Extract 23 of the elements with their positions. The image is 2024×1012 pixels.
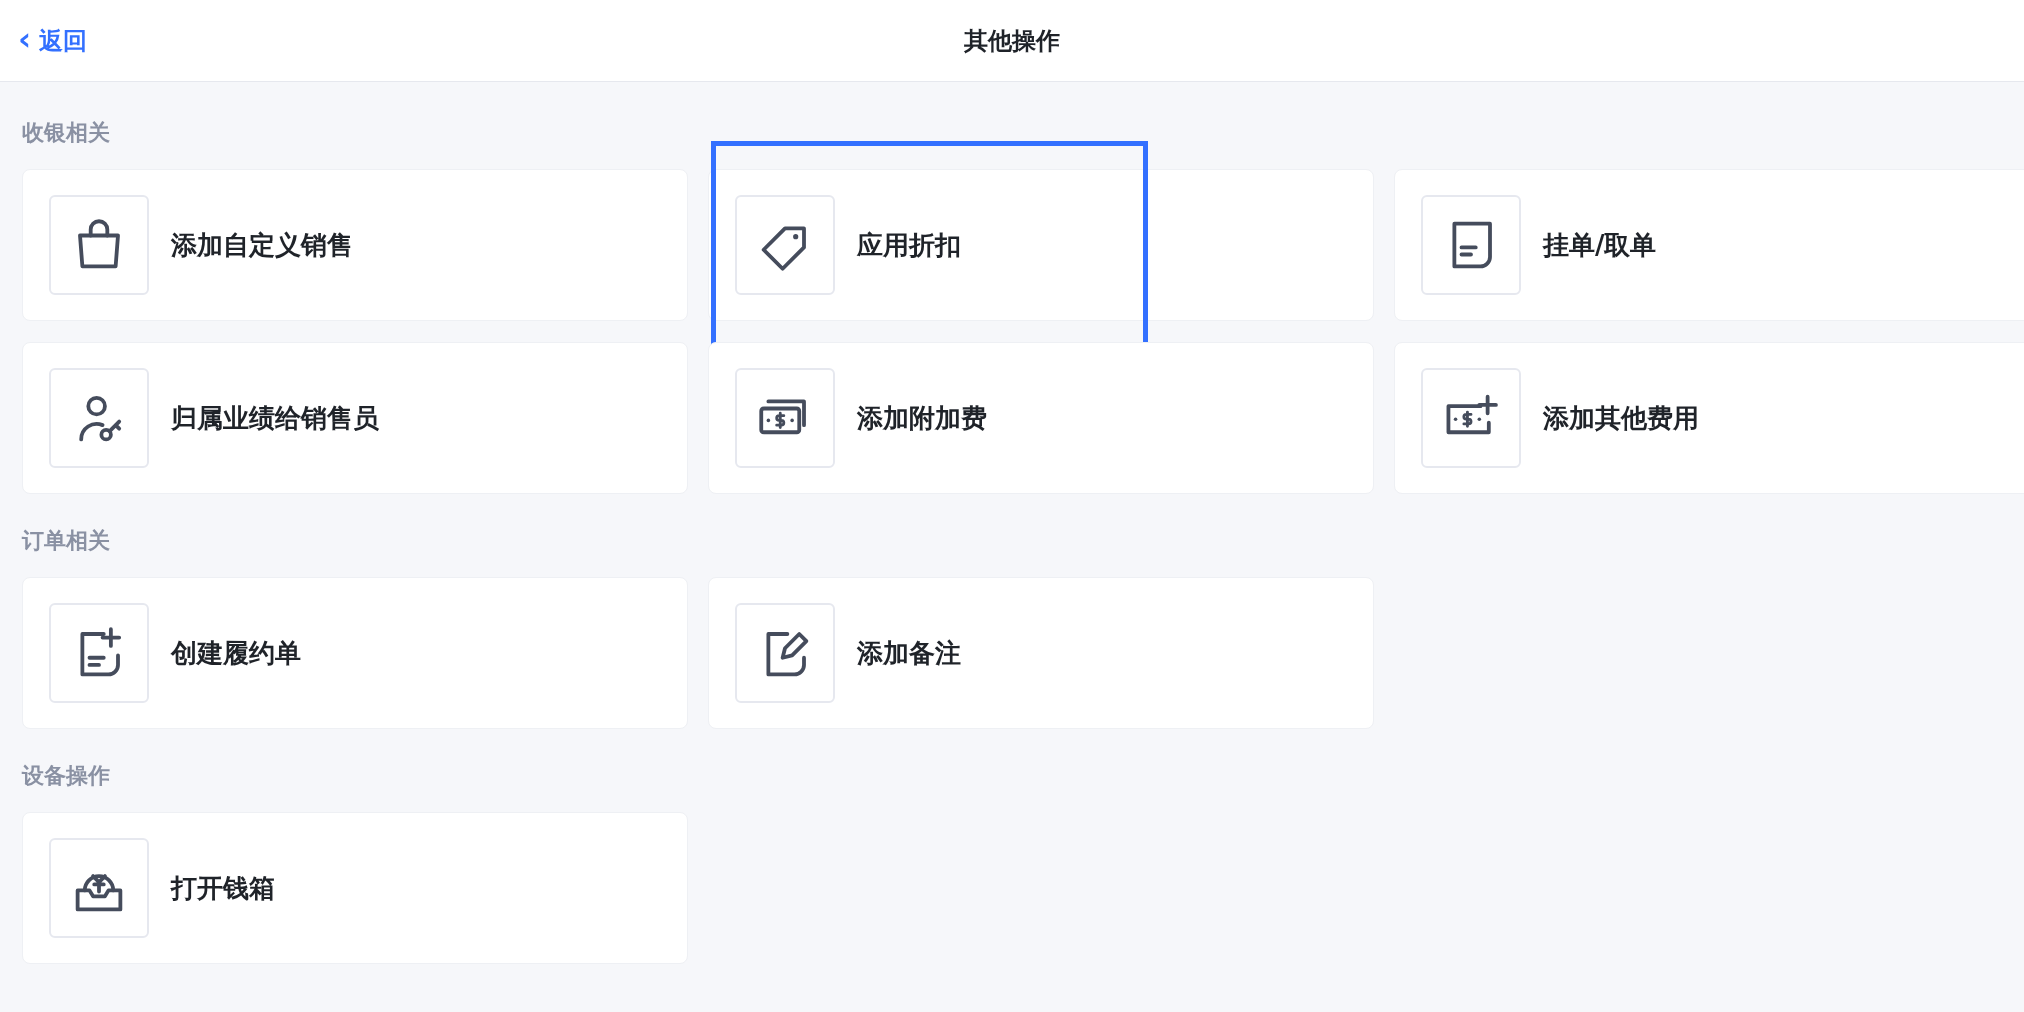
- action-label: 添加附加费: [857, 401, 987, 435]
- action-label: 添加备注: [857, 636, 961, 670]
- action-label: 归属业绩给销售员: [171, 401, 379, 435]
- section-heading: 收银相关: [22, 119, 110, 147]
- action-card[interactable]: 打开钱箱: [22, 812, 688, 964]
- action-label: 添加自定义销售: [171, 228, 353, 262]
- page-title: 其他操作: [964, 26, 1060, 55]
- action-label: 打开钱箱: [171, 871, 275, 905]
- action-card[interactable]: 添加自定义销售: [22, 169, 688, 321]
- action-label: 挂单/取单: [1543, 228, 1657, 262]
- action-label: 添加其他费用: [1543, 401, 1699, 435]
- action-card[interactable]: 应用折扣: [708, 169, 1374, 321]
- action-label: 创建履约单: [171, 636, 301, 670]
- action-card[interactable]: 归属业绩给销售员: [22, 342, 688, 494]
- section-heading: 设备操作: [22, 762, 110, 790]
- action-label: 应用折扣: [857, 228, 961, 262]
- action-card[interactable]: 添加附加费: [708, 342, 1374, 494]
- action-card[interactable]: 添加其他费用: [1394, 342, 2024, 494]
- action-card[interactable]: 创建履约单: [22, 577, 688, 729]
- back-link[interactable]: ‹ 返回: [18, 24, 88, 57]
- action-card[interactable]: 添加备注: [708, 577, 1374, 729]
- section-heading: 订单相关: [22, 527, 110, 555]
- action-card[interactable]: 挂单/取单: [1394, 169, 2024, 321]
